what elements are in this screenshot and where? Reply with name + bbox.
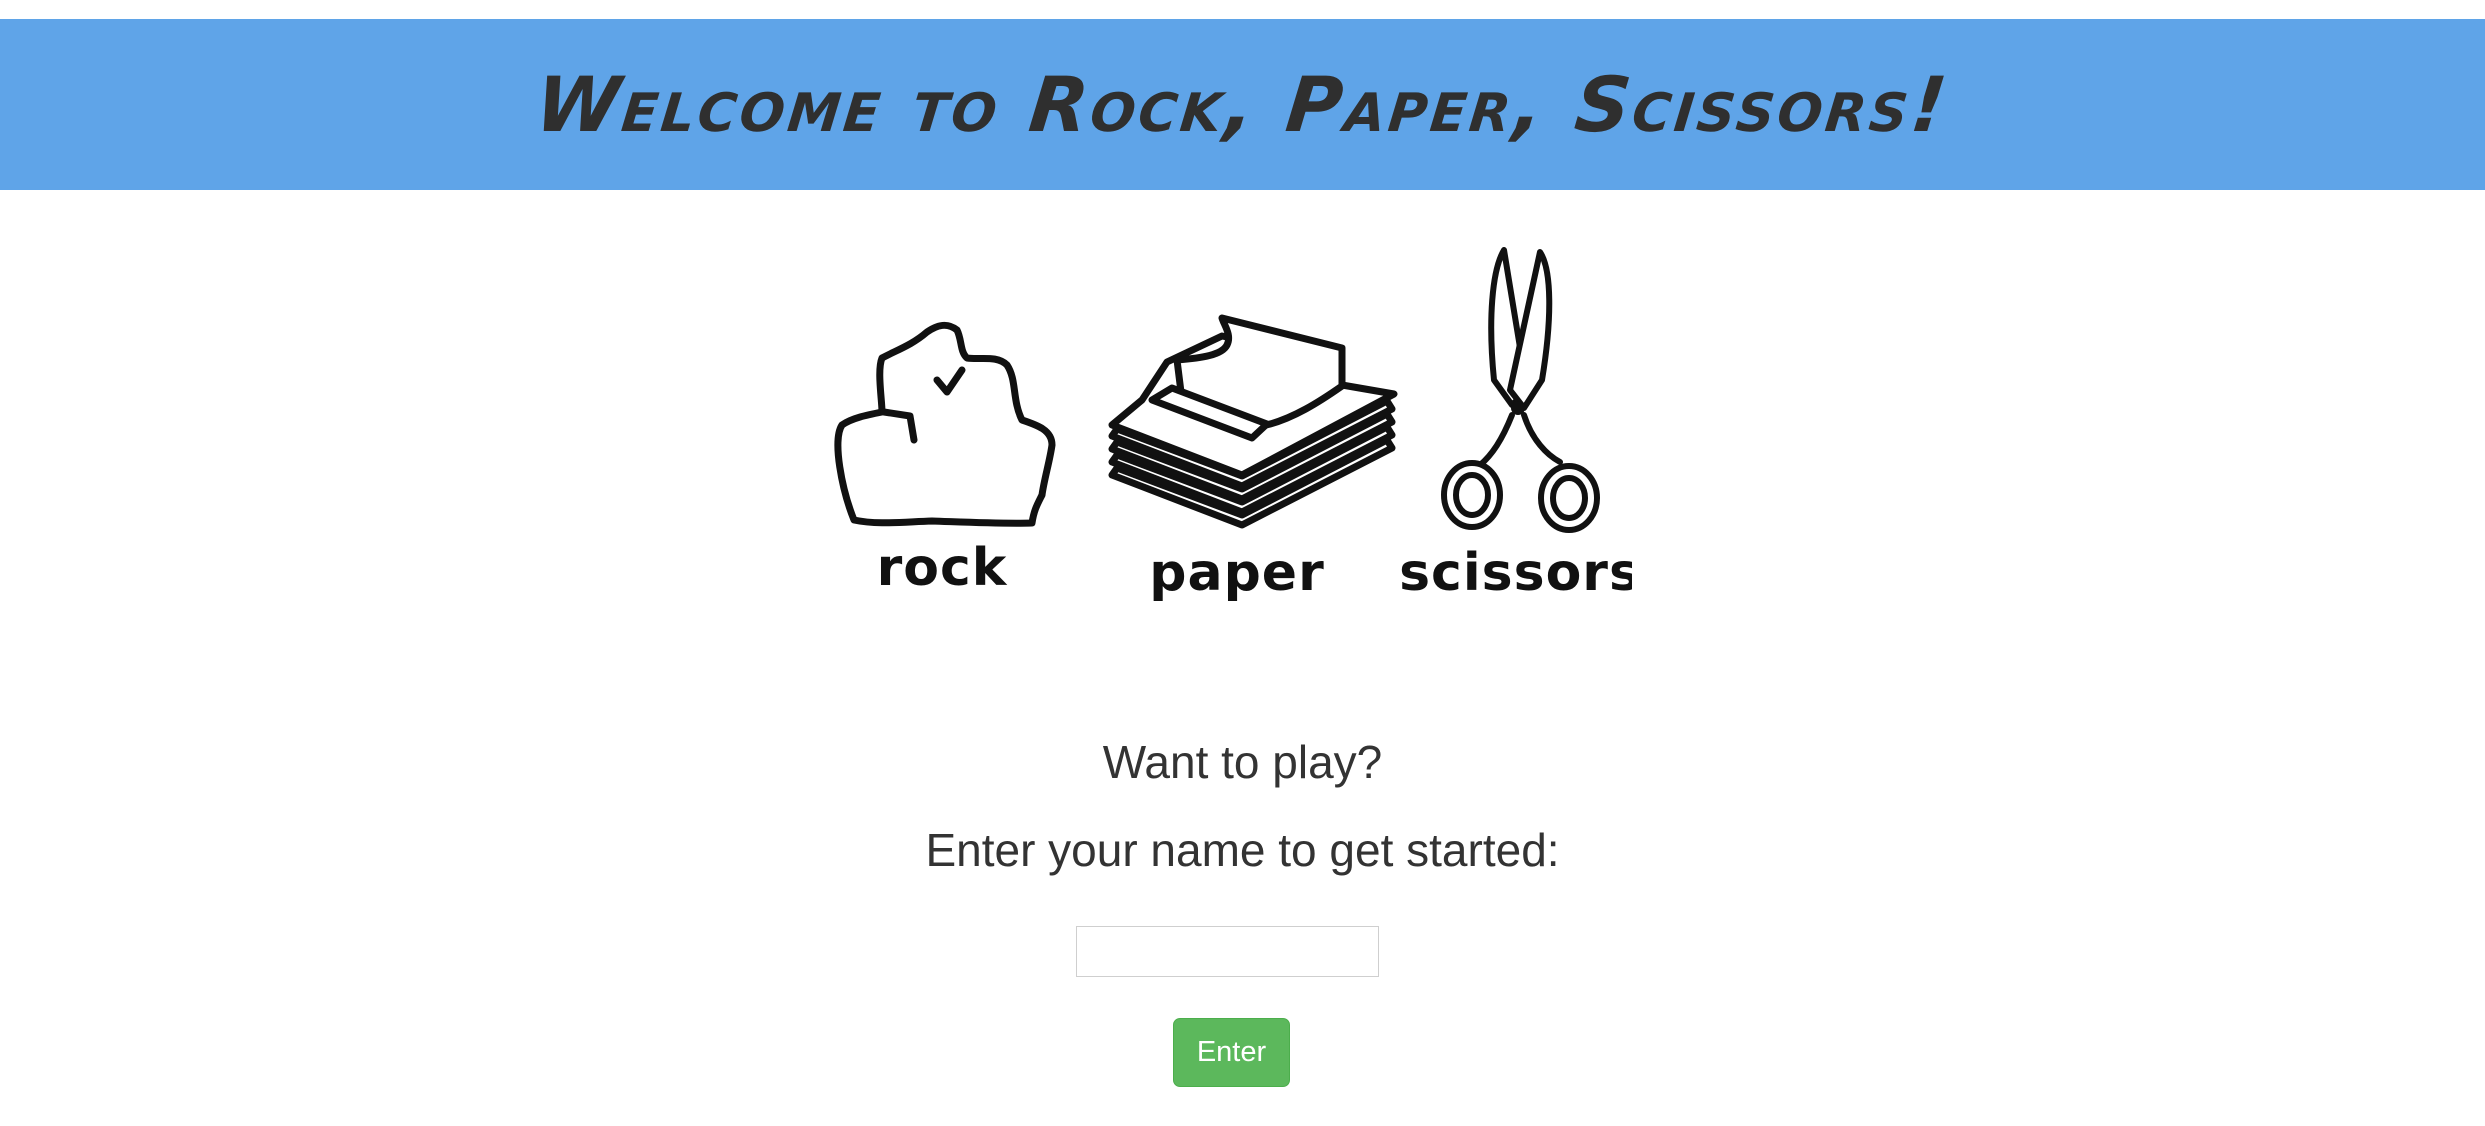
rock-icon [834,321,1056,527]
hero-svg: rock paper scissors [834,247,1632,603]
header-banner: Welcome to Rock, Paper, Scissors! [0,19,2485,190]
name-instruction: Enter your name to get started: [925,824,1560,876]
paper-icon [1108,314,1398,529]
rock-label: rock [877,538,1008,598]
scissors-label: scissors [1399,543,1632,603]
paper-label: paper [1149,543,1324,603]
scissors-icon [1441,247,1600,533]
enter-button[interactable]: Enter [1173,1018,1290,1087]
play-question: Want to play? [1102,736,1383,788]
name-input[interactable] [1076,926,1379,977]
page-title: Welcome to Rock, Paper, Scissors! [531,60,1954,149]
rock-paper-scissors-illustration: rock paper scissors [812,240,1632,610]
